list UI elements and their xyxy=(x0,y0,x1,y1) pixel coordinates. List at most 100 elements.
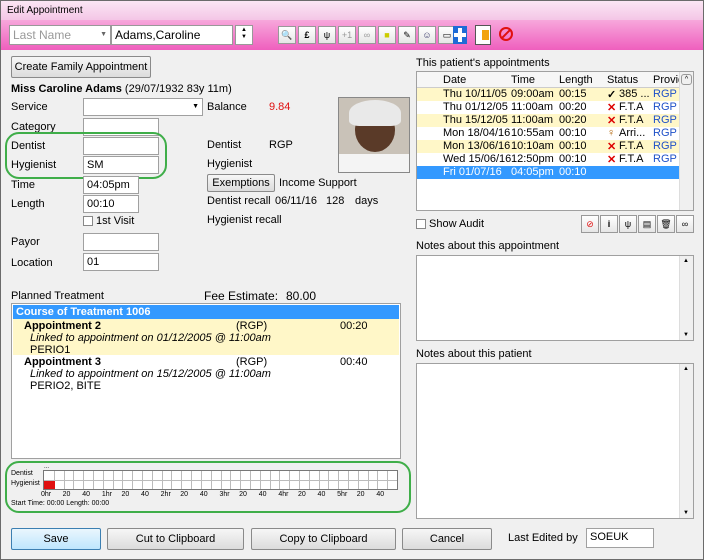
appointment-notes-textarea[interactable]: ▲ ▼ xyxy=(416,255,694,341)
appt-date: Wed 15/06/16 xyxy=(443,153,512,165)
length-input[interactable]: 00:10 xyxy=(83,195,139,213)
scroll-down-icon[interactable]: ▼ xyxy=(683,510,689,516)
payor-input[interactable] xyxy=(83,233,159,251)
service-select[interactable]: ▼ xyxy=(83,98,203,116)
patient-notes-scrollbar[interactable]: ▲ ▼ xyxy=(679,364,693,518)
toolbar: Last Name ▼ Adams,Caroline ▲ ▼ 🔍 £ ψ +1 ∞ … xyxy=(1,20,703,50)
exemptions-button[interactable]: Exemptions xyxy=(207,174,275,192)
timeline-grid[interactable] xyxy=(43,470,398,490)
treatment-appt-who: (RGP) xyxy=(236,356,268,368)
scroll-up-icon[interactable]: ▲ xyxy=(683,258,689,264)
tooth-icon[interactable]: ψ xyxy=(318,26,336,44)
fee-estimate-value: 80.00 xyxy=(286,289,317,303)
appt-time: 11:00am xyxy=(511,114,553,126)
status-icon: ✓ xyxy=(607,89,617,101)
name-spinner[interactable]: ▲ ▼ xyxy=(235,25,253,45)
appointments-table: Date Time Length Status Provid Thu 10/11… xyxy=(416,71,694,211)
appointment-notes-scrollbar[interactable]: ▲ ▼ xyxy=(679,256,693,340)
appointment-row[interactable]: Thu 10/11/05 09:00am 00:15 ✓ 385 ... RGP xyxy=(417,88,681,101)
appointments-scrollbar[interactable]: ^ xyxy=(679,72,693,210)
appt-status: F.T.A xyxy=(619,101,644,113)
show-audit-checkbox[interactable] xyxy=(416,219,426,229)
appointment-row[interactable]: Fri 01/07/16 04:05pm 00:10 xyxy=(417,166,681,179)
last-edited-label: Last Edited by xyxy=(508,532,578,544)
plus-one-icon[interactable]: +1 xyxy=(338,26,356,44)
timeline-ticks: 0hr 20 40 1hr 20 40 2hr 20 40 3hr 20 40 4hr 20 40 5hr 20… xyxy=(41,491,398,500)
timeline-length-value: 00:00 xyxy=(91,500,110,507)
scroll-down-icon[interactable]: ▼ xyxy=(683,332,689,338)
search-icon[interactable]: 🔍 xyxy=(278,26,296,44)
treatment-appointment[interactable]: Appointment 3 (RGP) 00:40 Linked to appo… xyxy=(13,355,399,392)
treatment-appt-title: Appointment 2 xyxy=(24,320,101,332)
timeline-tick-label: 40 xyxy=(317,491,326,498)
timeline-tick-label: 40 xyxy=(82,491,91,498)
timeline-row-dentist-label: Dentist xyxy=(11,470,33,477)
patient-photo xyxy=(338,97,410,173)
appt-status: F.T.A xyxy=(619,140,644,152)
edit-appointment-window: Edit Appointment Last Name ▼ Adams,Caroli… xyxy=(0,0,704,560)
appointment-row[interactable]: Thu 01/12/05 11:00am 00:20 ✕ F.T.A RGP xyxy=(417,101,681,114)
chevron-up-icon[interactable]: ^ xyxy=(681,74,692,85)
timeline-booking-block[interactable] xyxy=(44,481,55,489)
save-button[interactable]: Save xyxy=(11,528,101,550)
treatment-appointment[interactable]: Appointment 2 (RGP) 00:20 Linked to appo… xyxy=(13,319,399,356)
cancel-appt-icon[interactable]: ⊘ xyxy=(581,215,599,233)
fee-estimate-label: Fee Estimate: xyxy=(204,289,279,303)
appt-date: Thu 10/11/05 xyxy=(443,88,508,100)
print-icon[interactable]: ▤ xyxy=(638,215,656,233)
appt-status: F.T.A xyxy=(619,114,644,126)
prohibited-icon[interactable] xyxy=(499,27,513,41)
appt-status: Arri... xyxy=(619,127,646,139)
note-icon[interactable]: ■ xyxy=(378,26,396,44)
first-visit-checkbox[interactable] xyxy=(83,216,93,226)
create-family-appointment-button[interactable]: Create Family Appointment xyxy=(11,56,151,78)
column-header[interactable]: Date xyxy=(443,74,466,86)
tooth-icon[interactable]: ψ xyxy=(619,215,637,233)
pound-icon[interactable]: £ xyxy=(298,26,316,44)
users-icon[interactable]: ☺ xyxy=(418,26,436,44)
column-header[interactable]: Status xyxy=(607,74,638,86)
cut-to-clipboard-button[interactable]: Cut to Clipboard xyxy=(107,528,244,550)
trash-icon[interactable]: 🗑 xyxy=(657,215,675,233)
timeline-row-hygienist-label: Hygienist xyxy=(11,480,40,487)
patient-notes-textarea[interactable]: ▲ ▼ xyxy=(416,363,694,519)
course-header[interactable]: Course of Treatment 1006 xyxy=(13,305,399,319)
planned-treatment-label: Planned Treatment xyxy=(11,290,104,302)
appointments-heading: This patient's appointments xyxy=(416,57,550,69)
pen-icon[interactable]: ✎ xyxy=(398,26,416,44)
column-header[interactable]: Time xyxy=(511,74,535,86)
balance-value: 9.84 xyxy=(269,101,291,113)
appointment-row[interactable]: Mon 13/06/16 10:10am 00:10 ✕ F.T.A RGP xyxy=(417,140,681,153)
column-header[interactable]: Length xyxy=(559,74,593,86)
scroll-up-icon[interactable]: ▲ xyxy=(683,366,689,372)
appointment-row[interactable]: Mon 18/04/16 10:55am 00:10 ♀ Arri... RGP xyxy=(417,127,681,140)
show-audit-label: Show Audit xyxy=(429,218,485,230)
treatment-appt-linked: Linked to appointment on 01/12/2005 @ 11… xyxy=(30,332,271,344)
link-icon[interactable]: ∞ xyxy=(358,26,376,44)
appt-time: 11:00am xyxy=(511,101,553,113)
last-edited-input: SOEUK xyxy=(586,528,654,548)
link-icon[interactable]: ∞ xyxy=(676,215,694,233)
timeline-tick-label: 20 xyxy=(239,491,247,498)
status-icon: ✕ xyxy=(607,102,617,114)
appointment-row[interactable]: Thu 15/12/05 11:00am 00:20 ✕ F.T.A RGP xyxy=(417,114,681,127)
window-title: Edit Appointment xyxy=(1,1,703,20)
balance-label: Balance xyxy=(207,101,247,113)
patient-name-input[interactable]: Adams,Caroline xyxy=(111,25,233,45)
pharmacy-icon[interactable] xyxy=(475,25,491,45)
copy-to-clipboard-button[interactable]: Copy to Clipboard xyxy=(251,528,396,550)
location-input[interactable]: 01 xyxy=(83,253,159,271)
appt-length: 00:10 xyxy=(559,166,587,178)
appt-provider: RGP xyxy=(653,88,677,100)
medical-cross-icon-shape[interactable] xyxy=(453,26,467,44)
timeline-tick-label: 40 xyxy=(258,491,267,498)
timeline[interactable]: ... Dentist Hygienist 0hr 20 40 1hr 20 40 2hr 2… xyxy=(11,464,401,507)
chevron-down-icon: ▼ xyxy=(192,103,199,110)
appt-length: 00:20 xyxy=(559,114,587,126)
appointment-row[interactable]: Wed 15/06/16 12:50pm 00:10 ✕ F.T.A RGP xyxy=(417,153,681,166)
time-input[interactable]: 04:05pm xyxy=(83,176,139,194)
info-icon[interactable]: i xyxy=(600,215,618,233)
cancel-button[interactable]: Cancel xyxy=(402,528,492,550)
last-name-select[interactable]: Last Name ▼ xyxy=(9,25,111,45)
dentist-info-value: RGP xyxy=(269,139,293,151)
